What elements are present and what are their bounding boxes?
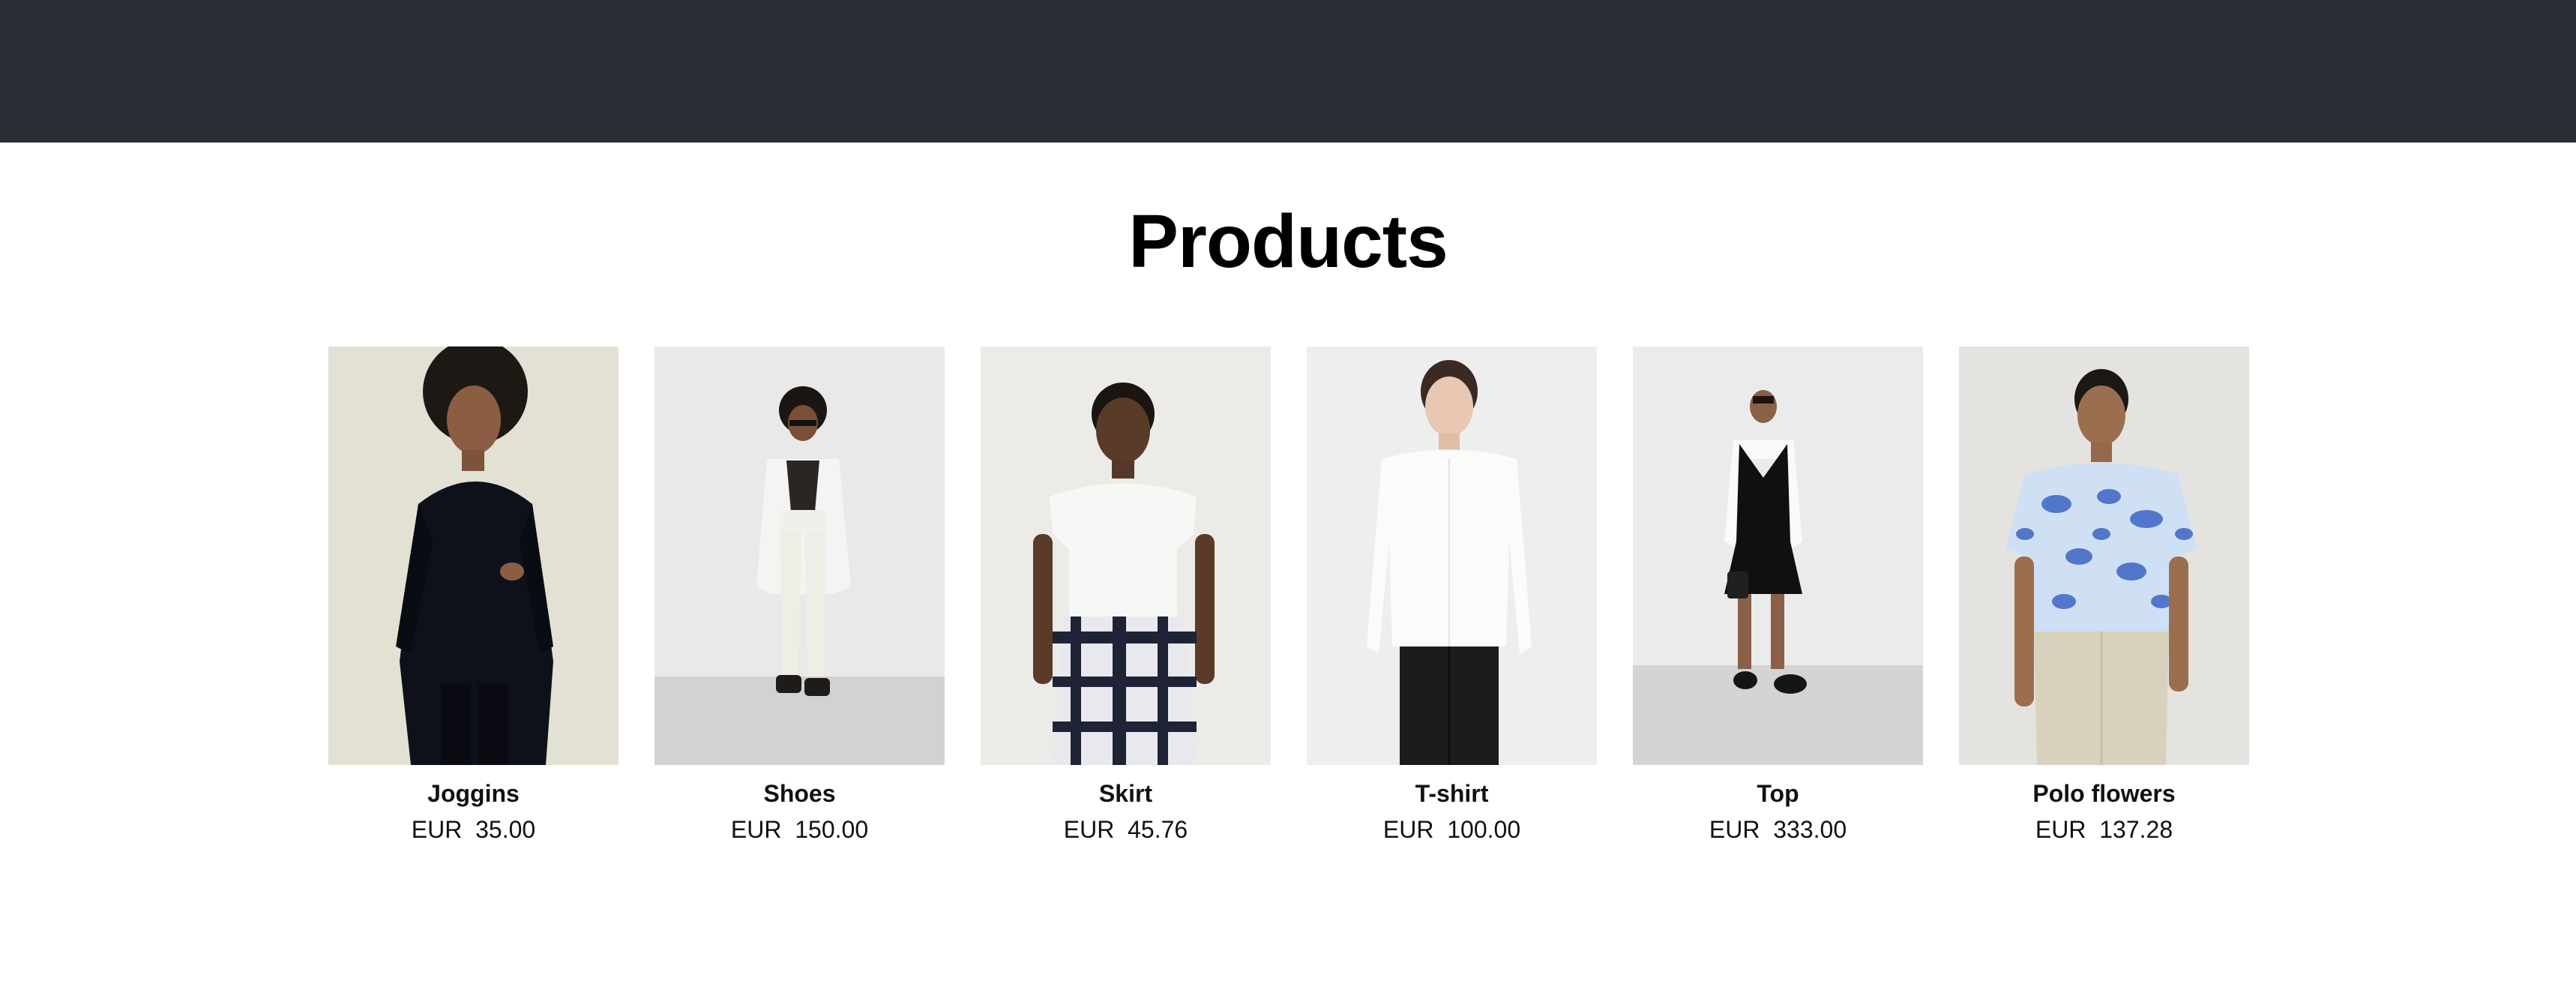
- price-currency: EUR: [411, 816, 463, 843]
- product-price: EUR 137.28: [2035, 814, 2173, 844]
- price-currency: EUR: [1709, 816, 1760, 843]
- model-white-outfit-sandals-image: [654, 346, 945, 765]
- product-card[interactable]: Polo flowers EUR 137.28: [1959, 346, 2249, 844]
- price-currency: EUR: [1382, 816, 1434, 843]
- price-currency: EUR: [2035, 816, 2086, 843]
- model-plaid-skirt-image: [981, 346, 1271, 765]
- product-image[interactable]: [981, 346, 1271, 765]
- model-black-pinafore-image: [1633, 346, 1923, 765]
- product-image[interactable]: [1959, 346, 2249, 765]
- product-card[interactable]: Top EUR 333.00: [1633, 346, 1923, 844]
- product-card[interactable]: T-shirt EUR 100.00: [1307, 346, 1597, 844]
- price-currency: EUR: [1063, 816, 1115, 843]
- price-amount: 333.00: [1773, 816, 1847, 843]
- product-image[interactable]: [1307, 346, 1597, 765]
- product-image[interactable]: [1633, 346, 1923, 765]
- product-name[interactable]: Skirt: [1099, 778, 1152, 808]
- product-grid: Joggins EUR 35.00 Shoes EUR 150.00 Skirt…: [328, 346, 2249, 844]
- product-name[interactable]: Shoes: [763, 778, 835, 808]
- product-card[interactable]: Shoes EUR 150.00: [654, 346, 945, 844]
- model-black-hoodie-image: [328, 346, 619, 765]
- price-amount: 150.00: [795, 816, 869, 843]
- product-price: EUR 35.00: [412, 814, 535, 844]
- price-amount: 137.28: [2099, 816, 2173, 843]
- product-price: EUR 150.00: [731, 814, 868, 844]
- product-card[interactable]: Skirt EUR 45.76: [981, 346, 1271, 844]
- price-amount: 35.00: [475, 816, 536, 843]
- price-amount: 100.00: [1447, 816, 1521, 843]
- product-price: EUR 333.00: [1709, 814, 1847, 844]
- product-name[interactable]: Polo flowers: [2032, 778, 2175, 808]
- page-title: Products: [1128, 200, 1448, 284]
- product-price: EUR 45.76: [1064, 814, 1188, 844]
- product-image[interactable]: [328, 346, 619, 765]
- product-image[interactable]: [654, 346, 945, 765]
- product-name[interactable]: Joggins: [427, 778, 520, 808]
- price-amount: 45.76: [1128, 816, 1188, 843]
- model-white-shirt-image: [1307, 346, 1597, 765]
- price-currency: EUR: [730, 816, 782, 843]
- product-name[interactable]: Top: [1757, 778, 1799, 808]
- product-card[interactable]: Joggins EUR 35.00: [328, 346, 619, 844]
- product-price: EUR 100.00: [1383, 814, 1520, 844]
- top-navigation-bar: [0, 0, 2576, 142]
- model-floral-shirt-image: [1959, 346, 2249, 765]
- product-name[interactable]: T-shirt: [1415, 778, 1489, 808]
